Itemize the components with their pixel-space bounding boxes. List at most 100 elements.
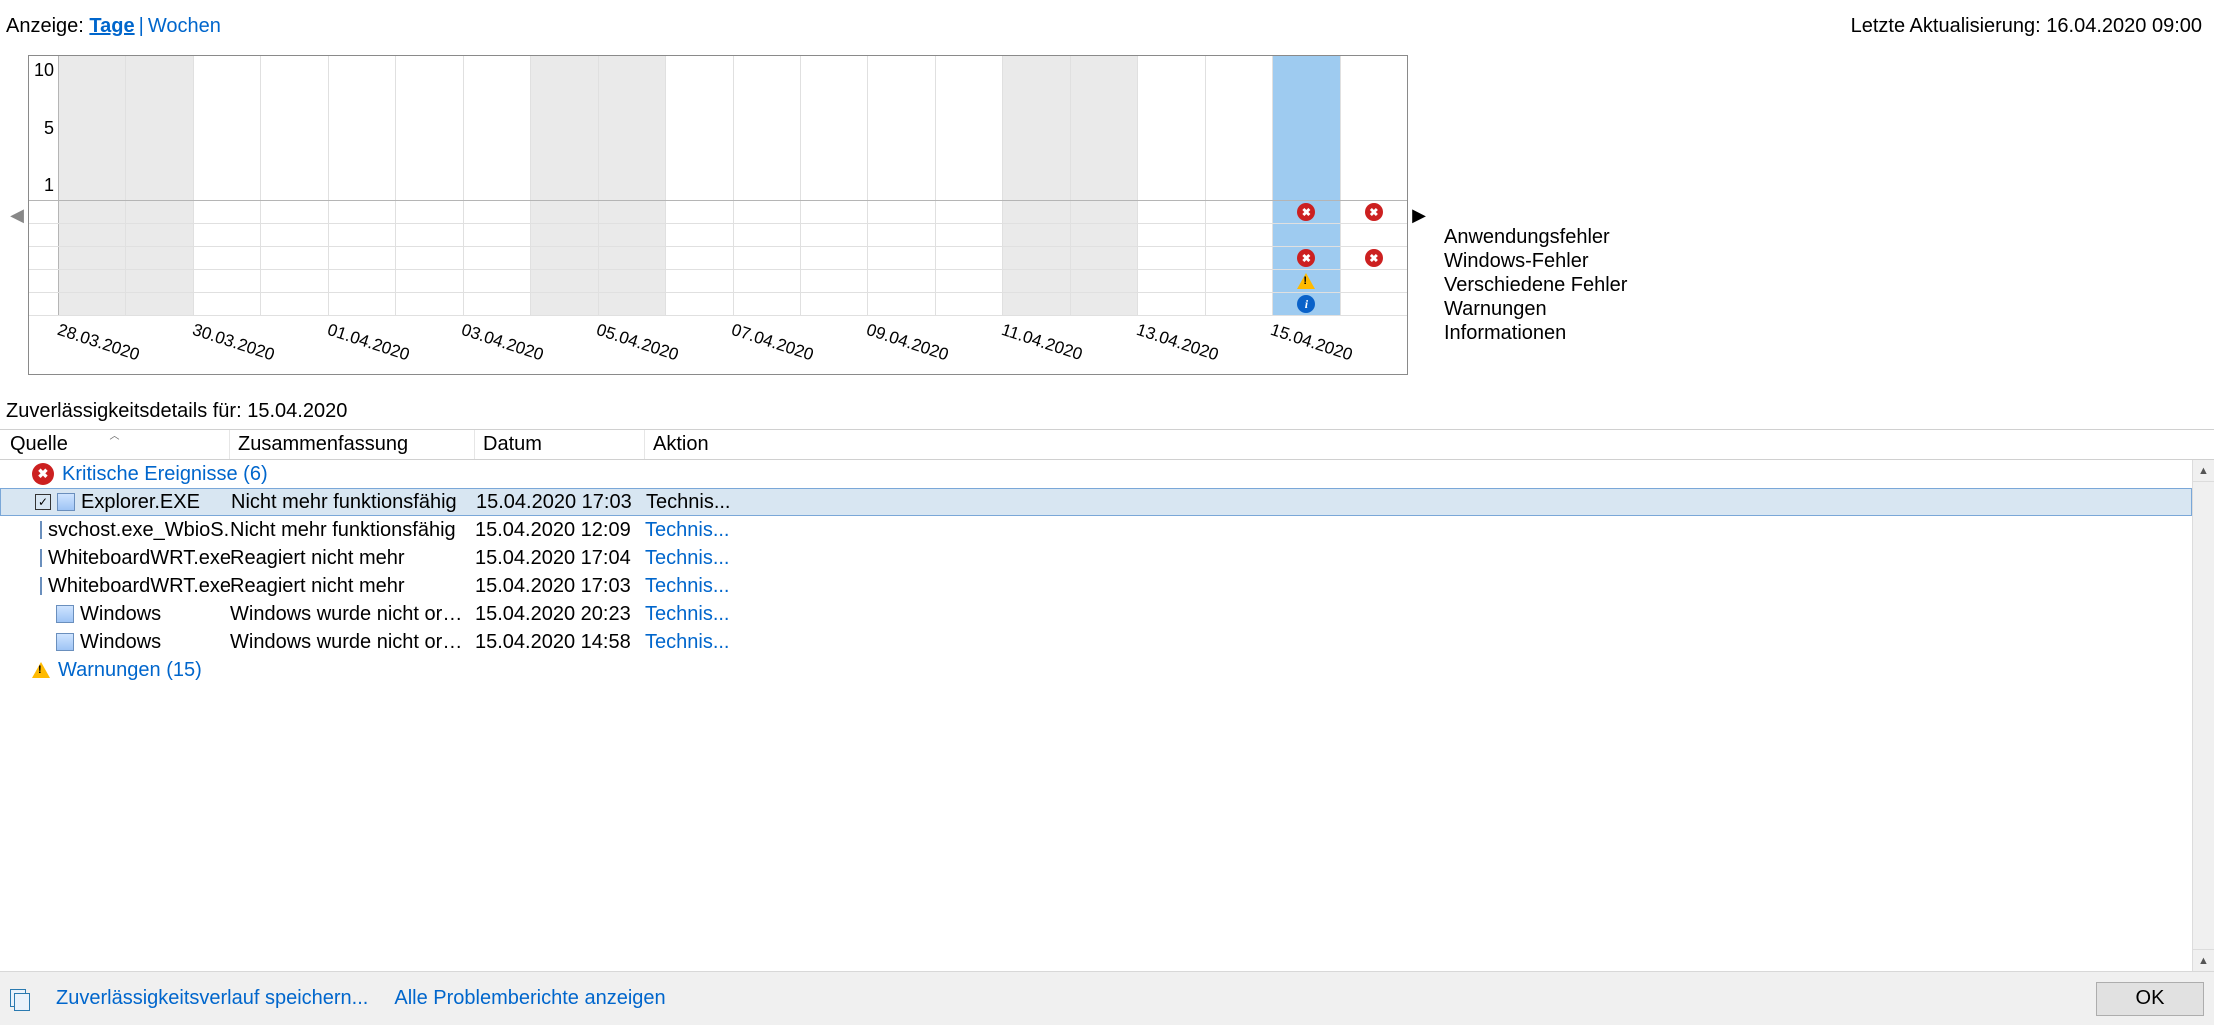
- action-link[interactable]: Technis...: [645, 603, 729, 625]
- event-cell[interactable]: [734, 201, 801, 223]
- event-cell[interactable]: [261, 293, 328, 315]
- event-cell[interactable]: [801, 224, 868, 246]
- event-cell[interactable]: [194, 201, 261, 223]
- event-cell[interactable]: [329, 201, 396, 223]
- event-cell[interactable]: [464, 201, 531, 223]
- event-cell[interactable]: [1341, 224, 1407, 246]
- event-cell[interactable]: [464, 270, 531, 292]
- event-cell[interactable]: [329, 247, 396, 269]
- event-cell[interactable]: [1273, 293, 1340, 315]
- scroll-down-icon[interactable]: ▲: [2193, 949, 2214, 971]
- event-cell[interactable]: [1341, 201, 1407, 223]
- event-cell[interactable]: [194, 224, 261, 246]
- event-cell[interactable]: [464, 247, 531, 269]
- event-cell[interactable]: [1071, 201, 1138, 223]
- event-cell[interactable]: [1341, 247, 1407, 269]
- event-cell[interactable]: [329, 270, 396, 292]
- event-cell[interactable]: [1206, 270, 1273, 292]
- event-cell[interactable]: [531, 247, 598, 269]
- view-days-link[interactable]: Tage: [89, 15, 134, 38]
- event-cell[interactable]: [666, 247, 733, 269]
- event-cell[interactable]: [1206, 247, 1273, 269]
- event-cell[interactable]: [329, 224, 396, 246]
- ok-button[interactable]: OK: [2096, 982, 2204, 1016]
- event-cell[interactable]: [599, 224, 666, 246]
- chart-day-column[interactable]: [801, 56, 868, 200]
- event-cell[interactable]: [1071, 224, 1138, 246]
- event-cell[interactable]: [1003, 201, 1070, 223]
- event-cell[interactable]: [59, 247, 126, 269]
- event-cell[interactable]: [396, 247, 463, 269]
- event-cell[interactable]: [868, 293, 935, 315]
- event-cell[interactable]: [666, 270, 733, 292]
- event-cell[interactable]: [126, 201, 193, 223]
- event-cell[interactable]: [396, 293, 463, 315]
- event-cell[interactable]: [531, 224, 598, 246]
- event-cell[interactable]: [1341, 270, 1407, 292]
- chart-day-column[interactable]: [936, 56, 1003, 200]
- chart-day-column[interactable]: [261, 56, 328, 200]
- event-cell[interactable]: [194, 270, 261, 292]
- event-cell[interactable]: [126, 270, 193, 292]
- action-link[interactable]: Technis...: [645, 519, 729, 541]
- chart-day-column[interactable]: [1273, 56, 1340, 200]
- group-header[interactable]: Warnungen (15): [0, 656, 2192, 684]
- table-row[interactable]: WhiteboardWRT.exeReagiert nicht mehr15.0…: [0, 544, 2192, 572]
- view-all-reports-link[interactable]: Alle Problemberichte anzeigen: [394, 987, 665, 1010]
- col-action[interactable]: Aktion: [645, 430, 2214, 459]
- event-cell[interactable]: [1138, 201, 1205, 223]
- event-cell[interactable]: [801, 270, 868, 292]
- event-cell[interactable]: [801, 201, 868, 223]
- action-link[interactable]: Technis...: [645, 547, 729, 569]
- chart-day-column[interactable]: [1003, 56, 1070, 200]
- chart-prev-arrow[interactable]: ◀: [6, 205, 28, 226]
- event-cell[interactable]: [1273, 247, 1340, 269]
- save-history-link[interactable]: Zuverlässigkeitsverlauf speichern...: [56, 987, 368, 1010]
- event-cell[interactable]: [59, 224, 126, 246]
- event-cell[interactable]: [1138, 224, 1205, 246]
- event-cell[interactable]: [531, 293, 598, 315]
- event-cell[interactable]: [1273, 270, 1340, 292]
- event-cell[interactable]: [126, 247, 193, 269]
- event-cell[interactable]: [1003, 293, 1070, 315]
- event-cell[interactable]: [599, 201, 666, 223]
- event-cell[interactable]: [801, 293, 868, 315]
- event-cell[interactable]: [194, 247, 261, 269]
- event-cell[interactable]: [936, 224, 1003, 246]
- event-cell[interactable]: [1003, 247, 1070, 269]
- chart-day-column[interactable]: [1206, 56, 1273, 200]
- table-row[interactable]: WindowsWindows wurde nicht ordnu...15.04…: [0, 628, 2192, 656]
- event-cell[interactable]: [1138, 247, 1205, 269]
- chart-day-column[interactable]: [464, 56, 531, 200]
- chart-day-column[interactable]: [868, 56, 935, 200]
- event-cell[interactable]: [868, 270, 935, 292]
- event-cell[interactable]: [1071, 270, 1138, 292]
- event-cell[interactable]: [194, 293, 261, 315]
- event-cell[interactable]: [1138, 270, 1205, 292]
- col-date[interactable]: Datum: [475, 430, 645, 459]
- event-cell[interactable]: [261, 270, 328, 292]
- event-cell[interactable]: [531, 201, 598, 223]
- event-cell[interactable]: [396, 270, 463, 292]
- event-cell[interactable]: [261, 201, 328, 223]
- event-cell[interactable]: [261, 224, 328, 246]
- event-cell[interactable]: [1206, 293, 1273, 315]
- event-cell[interactable]: [126, 224, 193, 246]
- event-cell[interactable]: [1206, 224, 1273, 246]
- action-link[interactable]: Technis...: [645, 575, 729, 597]
- event-cell[interactable]: [599, 293, 666, 315]
- event-cell[interactable]: [936, 293, 1003, 315]
- action-link[interactable]: Technis...: [645, 631, 729, 653]
- event-cell[interactable]: [1138, 293, 1205, 315]
- event-cell[interactable]: [464, 224, 531, 246]
- event-cell[interactable]: [868, 224, 935, 246]
- event-cell[interactable]: [396, 201, 463, 223]
- event-cell[interactable]: [734, 293, 801, 315]
- event-cell[interactable]: [464, 293, 531, 315]
- table-scrollbar[interactable]: ▲ ▲: [2192, 460, 2214, 971]
- group-header[interactable]: Kritische Ereignisse (6): [0, 460, 2192, 488]
- event-cell[interactable]: [936, 247, 1003, 269]
- event-cell[interactable]: [59, 270, 126, 292]
- event-cell[interactable]: [599, 270, 666, 292]
- event-cell[interactable]: [1003, 224, 1070, 246]
